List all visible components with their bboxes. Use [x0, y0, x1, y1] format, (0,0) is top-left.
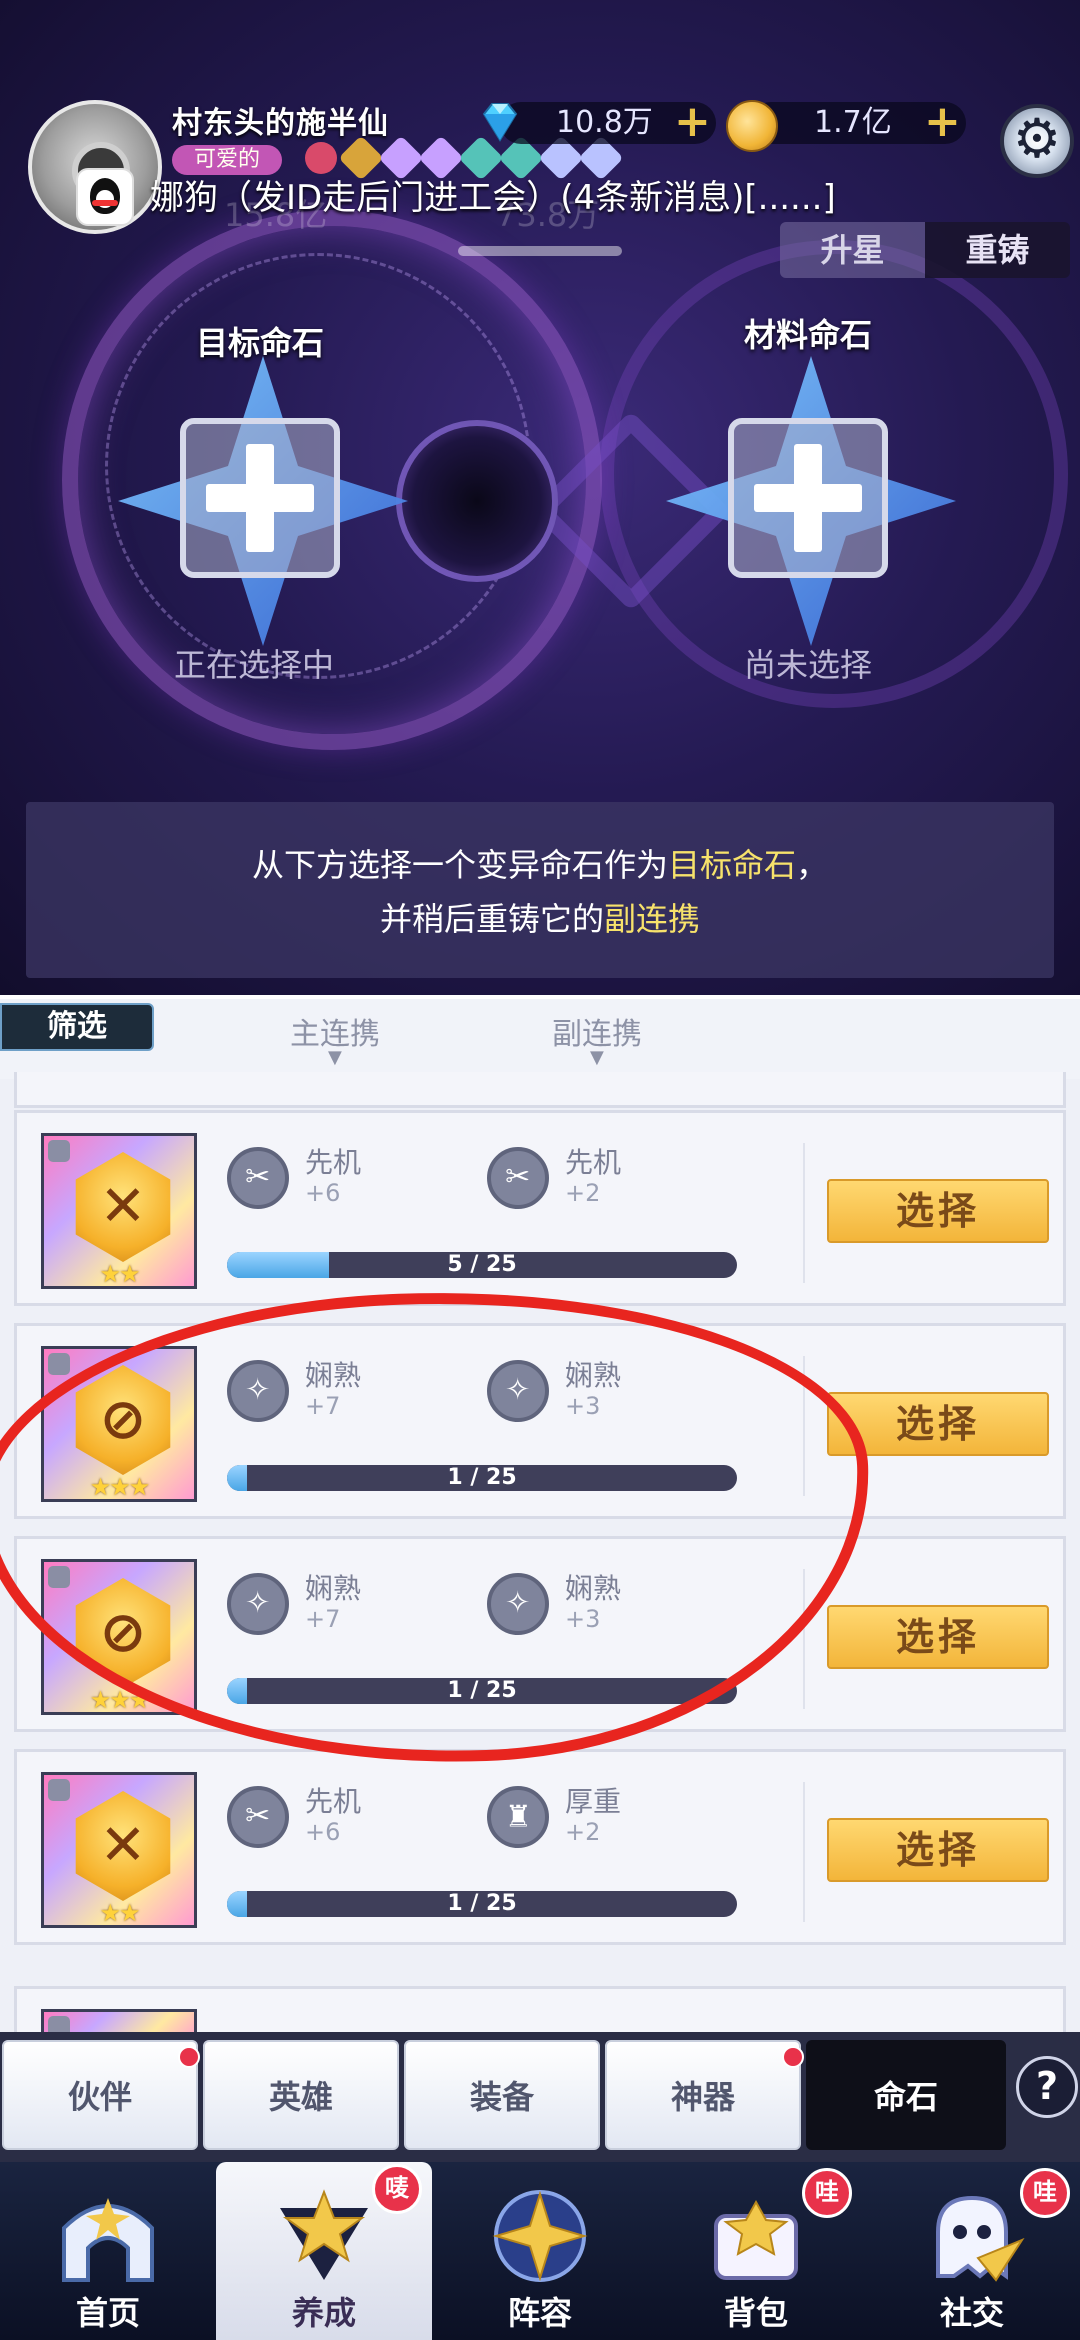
sub-stat-name: 先机	[565, 1146, 622, 1179]
exp-progress-bar: 1 / 25	[227, 1891, 737, 1917]
nav-lineup[interactable]: 阵容	[432, 2162, 648, 2340]
tab-heroes[interactable]: 英雄	[203, 2040, 399, 2150]
help-icon[interactable]: ?	[1016, 2056, 1078, 2118]
main-stat-value: +6	[305, 1818, 341, 1846]
social-ghost-icon	[936, 2195, 1025, 2282]
stat-skill-icon: ♜	[474, 1773, 562, 1861]
develop-triangle-icon	[280, 2189, 368, 2280]
notification-dot	[782, 2046, 804, 2068]
select-button[interactable]: 选择	[827, 1605, 1049, 1669]
nav-social[interactable]: 哇 社交	[864, 2162, 1080, 2340]
diamond-icon	[482, 103, 518, 142]
home-castle-icon	[62, 2198, 154, 2282]
category-tabs: 伙伴 英雄 装备 神器 命石	[0, 2032, 1080, 2162]
sort-arrow-icon: ▼	[590, 1047, 604, 1068]
nav-label: 社交	[939, 2294, 1004, 2332]
exp-progress-text: 1 / 25	[447, 1891, 517, 1916]
stone-hexagon-icon: ✕	[75, 1791, 171, 1901]
tab-partners[interactable]: 伙伴	[2, 2040, 198, 2150]
tab-upgrade-star[interactable]: 升星	[780, 222, 925, 278]
star-rating: ★★	[99, 1260, 140, 1288]
qq-penguin-icon	[76, 168, 134, 226]
stone-card: ✕ ★★ ✂ 先机 +6 ♜ 厚重 +2 1 / 25 选择	[14, 1749, 1066, 1945]
divider	[803, 1782, 805, 1922]
sub-stat-value: +2	[565, 1818, 601, 1846]
target-slot-add-button[interactable]	[180, 418, 340, 578]
nav-develop[interactable]: 唛 养成	[216, 2162, 432, 2340]
nav-home[interactable]: 首页	[0, 2162, 216, 2340]
username: 村东头的施半仙	[172, 106, 389, 141]
target-slot-status: 正在选择中	[174, 646, 335, 684]
gold-coin-icon	[726, 100, 778, 152]
stone-card: ✕ ★★ ✂ 先机 +6 ✂ 先机 +2 5 / 25 选择	[14, 1110, 1066, 1306]
scroll-indicator	[458, 246, 622, 256]
diamond-count: 10.8万	[556, 105, 653, 140]
nav-badge: 哇	[802, 2168, 852, 2218]
nav-label: 首页	[75, 2294, 140, 2332]
divider	[803, 1143, 805, 1283]
nav-bag[interactable]: 哇 背包	[648, 2162, 864, 2340]
nav-badge: 哇	[1020, 2168, 1070, 2218]
material-slot-status: 尚未选择	[744, 646, 873, 684]
decor-orb	[396, 420, 558, 582]
reforge-panel: 15.8亿 73.8万 村东头的施半仙 可爱的 10.8万 + 1.7亿 + ⚙…	[0, 0, 1080, 995]
stone-hexagon-icon: ✕	[75, 1152, 171, 1262]
bag-chest-icon	[714, 2199, 798, 2280]
main-stat-name: 先机	[305, 1785, 362, 1818]
list-item	[14, 1072, 1066, 1108]
tab-equipment[interactable]: 装备	[404, 2040, 600, 2150]
nav-label: 养成	[291, 2294, 356, 2332]
lock-icon	[48, 1353, 70, 1375]
nav-label: 背包	[723, 2294, 788, 2332]
bottom-nav: 首页 唛 养成 阵容 哇 背包 哇 社交	[0, 2162, 1080, 2340]
add-gold-plus-icon[interactable]: +	[924, 100, 961, 144]
gold-count: 1.7亿	[814, 105, 892, 140]
material-slot-label: 材料命石	[744, 316, 873, 354]
stone-icon[interactable]: ✕ ★★	[41, 1772, 197, 1928]
sub-stat-name: 厚重	[565, 1785, 622, 1818]
stone-icon[interactable]: ✕ ★★	[41, 1133, 197, 1289]
stat-skill-icon: ✂	[214, 1134, 302, 1222]
settings-gear-icon[interactable]: ⚙	[1000, 104, 1074, 178]
nav-label: 阵容	[507, 2294, 572, 2332]
add-diamonds-plus-icon[interactable]: +	[674, 100, 711, 144]
star-rating: ★★	[99, 1899, 140, 1927]
instruction-box: 从下方选择一个变异命石作为目标命石， 并稍后重铸它的副连携	[26, 802, 1054, 978]
tab-artifacts[interactable]: 神器	[605, 2040, 801, 2150]
tab-fate-stones[interactable]: 命石	[806, 2040, 1006, 2150]
exp-progress-bar: 5 / 25	[227, 1252, 737, 1278]
instruction-line-1: 从下方选择一个变异命石作为目标命石，	[251, 846, 829, 884]
sort-arrow-icon: ▼	[328, 1047, 342, 1068]
tab-reforge[interactable]: 重铸	[925, 222, 1070, 278]
select-button[interactable]: 选择	[827, 1179, 1049, 1243]
filter-button[interactable]: 筛选	[0, 1003, 154, 1051]
main-stat-name: 先机	[305, 1146, 362, 1179]
select-button[interactable]: 选择	[827, 1818, 1049, 1882]
nav-badge: 唛	[372, 2164, 422, 2214]
instruction-line-2: 并稍后重铸它的副连携	[379, 900, 701, 938]
notification-dot	[178, 2046, 200, 2068]
filter-bar: 筛选 主连携 ▼ 副连携 ▼	[0, 995, 1080, 1079]
sub-stat-value: +2	[565, 1179, 601, 1207]
exp-progress-text: 5 / 25	[447, 1252, 517, 1277]
mode-tabs: 升星 重铸	[780, 222, 1070, 278]
chat-ticker[interactable]: 娜狗（发ID走后门进工会）(4条新消息)[......]	[150, 170, 836, 219]
stat-skill-icon: ✂	[214, 1773, 302, 1861]
material-slot-add-button[interactable]	[728, 418, 888, 578]
lineup-star-icon	[492, 2190, 588, 2282]
stat-skill-icon: ✂	[474, 1134, 562, 1222]
main-stat-value: +6	[305, 1179, 341, 1207]
lock-icon	[48, 1140, 70, 1162]
lock-icon	[48, 1779, 70, 1801]
